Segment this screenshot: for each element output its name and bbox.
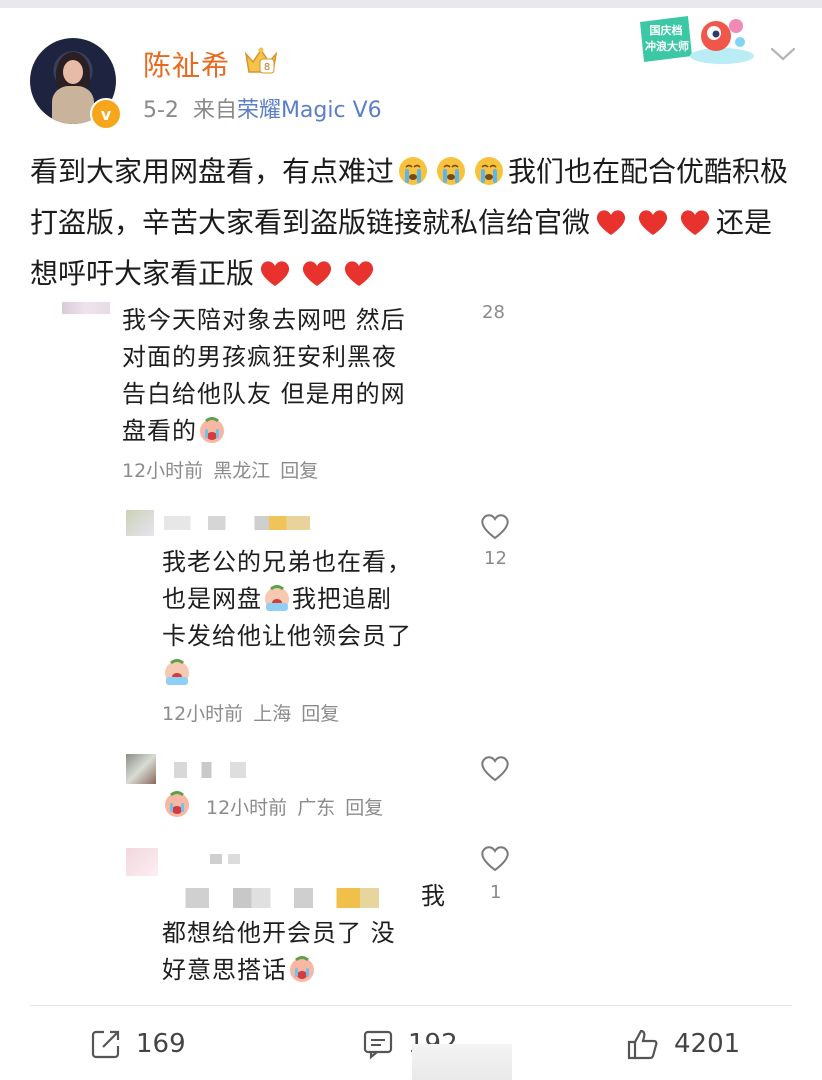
crying-face-icon <box>399 157 428 185</box>
reply-link[interactable]: 回复 <box>280 460 318 482</box>
top-divider-bar <box>0 0 822 8</box>
comment-icon <box>363 1030 393 1060</box>
crying-emoji-icon <box>165 659 189 685</box>
avatar-body <box>52 86 94 124</box>
badge-text-1: 国庆档 <box>650 23 683 37</box>
comment-text: 我今天陪对象去网吧 然后 对面的男孩疯狂安利黑夜 告白给他队友 但是用的网 盘看… <box>122 306 406 445</box>
comment-text: 我老公的兄弟也在看， 也是网盘 我把追剧 卡发给他让他领会员了 <box>162 544 472 692</box>
verified-icon: v <box>90 98 122 130</box>
crying-emoji-icon <box>265 585 289 611</box>
red-heart-icon <box>344 261 374 286</box>
post-text-segment: 看到大家用网盘看，有点难过 <box>30 155 395 188</box>
like-button[interactable]: 4201 <box>626 1024 740 1064</box>
crying-emoji-icon <box>290 956 314 982</box>
device-link[interactable]: 荣耀Magic V6 <box>237 98 382 123</box>
avatar-face <box>63 60 83 84</box>
red-heart-icon <box>596 210 626 235</box>
reply-link[interactable]: 回复 <box>345 797 383 819</box>
action-bar-divider <box>30 1005 792 1006</box>
repost-icon <box>91 1030 120 1059</box>
crying-face-icon <box>475 157 504 185</box>
pixelated-username <box>164 516 310 530</box>
repost-button[interactable]: 169 <box>90 1024 186 1064</box>
post-text: 看到大家用网盘看，有点难过 我们也在配合优酷积极打盗版，辛苦大家看到盗版链接就私信… <box>30 146 800 299</box>
comment-meta: 12小时前 广东 回复 <box>206 797 384 819</box>
red-heart-icon <box>638 210 668 235</box>
post-date: 5-2 <box>143 98 179 123</box>
thumbs-up-icon <box>627 1029 658 1060</box>
pixelated-username <box>62 302 110 314</box>
repost-count: 169 <box>136 1029 186 1059</box>
red-heart-icon <box>680 210 710 235</box>
like-heart-outline-icon[interactable] <box>480 754 510 782</box>
comment-meta: 12小时前 上海 回复 <box>162 703 340 725</box>
pixelated-avatar <box>126 848 158 876</box>
post-meta: 5-2 来自荣耀Magic V6 <box>143 92 382 124</box>
pixelated-avatar <box>126 754 156 784</box>
blurred-overlay <box>412 1044 512 1080</box>
username[interactable]: 陈祉希 <box>143 44 230 84</box>
crown-badge-icon[interactable]: 8 <box>243 46 279 76</box>
red-heart-icon <box>260 261 290 286</box>
like-heart-outline-icon[interactable] <box>480 512 510 540</box>
crying-face-icon <box>437 157 466 185</box>
chevron-down-icon[interactable] <box>770 46 796 62</box>
crying-emoji-icon <box>165 791 189 817</box>
like-heart-outline-icon[interactable] <box>480 844 510 872</box>
embedded-comment-screenshot[interactable]: 我今天陪对象去网吧 然后 对面的男孩疯狂安利黑夜 告白给他队友 但是用的网 盘看… <box>30 292 538 992</box>
pixelated-username <box>174 762 246 778</box>
surfing-master-badge[interactable]: 国庆档 冲浪大师 <box>636 12 758 68</box>
crying-emoji-icon <box>200 417 224 443</box>
reply-link[interactable]: 回复 <box>301 703 339 725</box>
comment-text: 我 都想给他开会员了 没 好意思搭话 <box>162 882 446 984</box>
pixelated-avatar <box>126 510 154 536</box>
like-count: 12 <box>484 548 507 569</box>
like-count-total: 4201 <box>674 1029 741 1059</box>
red-heart-icon <box>302 261 332 286</box>
pixelated-username <box>210 854 240 864</box>
badge-text-2: 冲浪大师 <box>645 39 689 53</box>
source-prefix: 来自 <box>192 98 237 123</box>
like-count: 28 <box>482 302 505 323</box>
like-count: 1 <box>490 882 502 903</box>
svg-text:8: 8 <box>264 62 270 73</box>
comment-meta: 12小时前 黑龙江 回复 <box>122 460 319 482</box>
